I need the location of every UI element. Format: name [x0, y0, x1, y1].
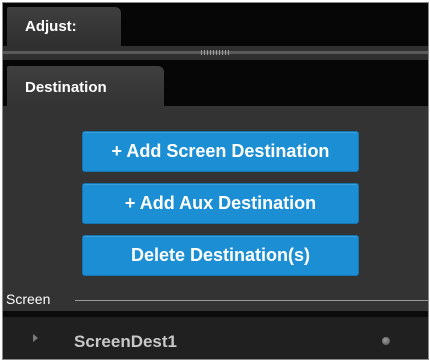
drag-grip-icon[interactable] — [201, 50, 229, 55]
tab-destination[interactable]: Destination — [7, 66, 164, 106]
destination-tab-bar: Destination — [3, 60, 428, 106]
screen-group-header: Screen — [3, 291, 428, 311]
destination-content: + Add Screen Destination + Add Aux Desti… — [3, 106, 428, 311]
adjust-panel: Adjust: Destination + Add Screen Destina… — [2, 2, 429, 360]
tab-adjust-label: Adjust: — [25, 18, 77, 35]
tab-adjust[interactable]: Adjust: — [7, 7, 121, 46]
status-dot-icon — [382, 337, 390, 345]
list-item-label: ScreenDest1 — [74, 332, 178, 351]
delete-destinations-button[interactable]: Delete Destination(s) — [82, 235, 359, 276]
add-aux-destination-button[interactable]: + Add Aux Destination — [82, 183, 359, 224]
screen-group-label: Screen — [6, 291, 51, 307]
panel-splitter[interactable] — [3, 46, 428, 60]
list-item[interactable]: ScreenDest1 — [3, 317, 428, 359]
group-divider — [75, 300, 428, 301]
tab-destination-label: Destination — [25, 79, 107, 96]
top-tab-bar: Adjust: — [3, 3, 428, 46]
add-screen-destination-button[interactable]: + Add Screen Destination — [82, 131, 359, 172]
expand-arrow-icon[interactable] — [33, 334, 38, 342]
